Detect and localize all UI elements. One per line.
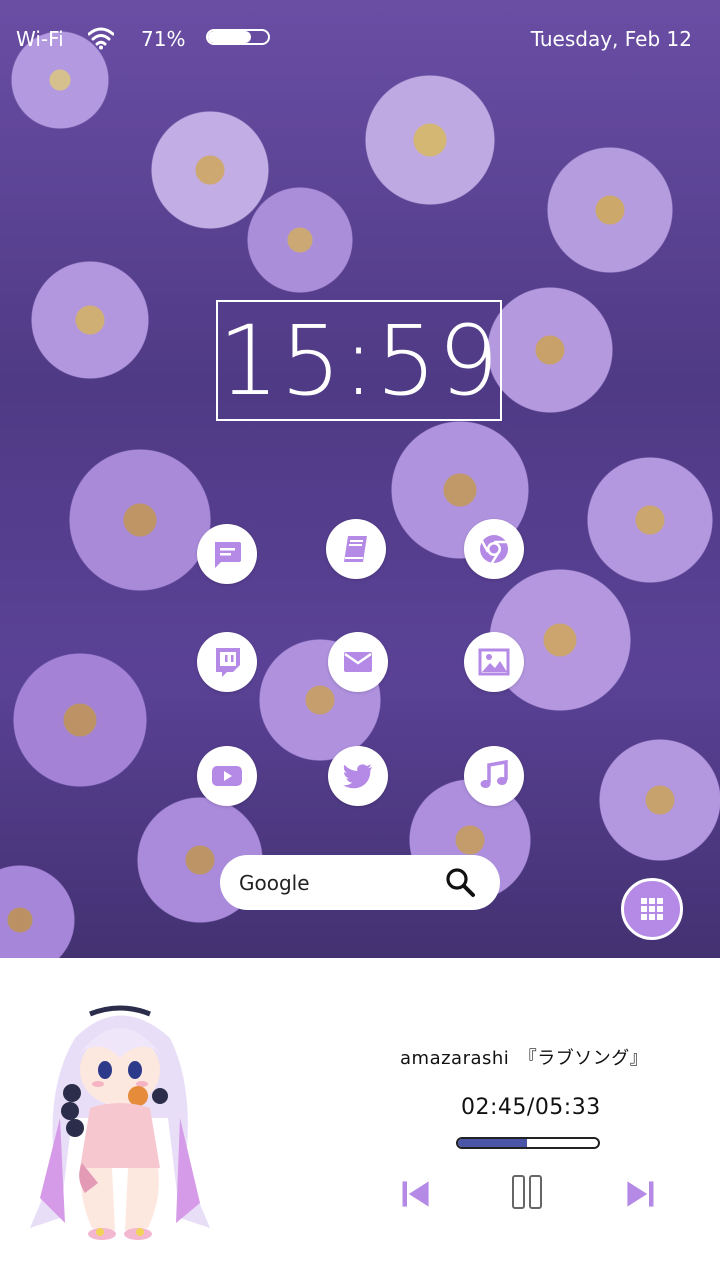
battery-level (208, 31, 251, 43)
music-icon (480, 759, 508, 788)
gallery-icon (478, 648, 510, 676)
messages-app-icon[interactable] (197, 524, 257, 584)
music-player-widget: amazarashi 『ラブソング』 02:45/05:33 (0, 958, 720, 1280)
book-app-icon[interactable] (326, 519, 386, 579)
app-grid-icon (641, 898, 663, 920)
wifi-icon (87, 26, 115, 50)
previous-icon (402, 1181, 429, 1207)
twitch-app-icon[interactable] (197, 632, 257, 692)
status-bar: Wi-Fi 71% Tuesday, Feb 12 (0, 0, 720, 78)
mail-icon (344, 652, 372, 672)
gallery-app-icon[interactable] (464, 632, 524, 692)
previous-button[interactable] (396, 1174, 436, 1214)
track-title: amazarashi 『ラブソング』 (400, 1048, 649, 1069)
messages-icon (215, 542, 241, 568)
wifi-label: Wi-Fi (16, 27, 64, 51)
track-progress-bar[interactable] (456, 1137, 600, 1149)
google-search-bar[interactable]: Google (220, 855, 500, 910)
youtube-icon (212, 766, 242, 786)
next-button[interactable] (620, 1174, 660, 1214)
battery-icon (206, 29, 270, 45)
twitter-app-icon[interactable] (328, 746, 388, 806)
youtube-app-icon[interactable] (197, 746, 257, 806)
twitter-icon (343, 764, 372, 789)
clock-widget[interactable]: 15:59 (216, 300, 502, 421)
status-date: Tuesday, Feb 12 (530, 27, 692, 51)
search-icon[interactable] (444, 866, 476, 898)
wallpaper (0, 0, 720, 958)
search-label: Google (239, 871, 310, 895)
battery-percent: 71% (141, 27, 186, 51)
pause-icon (512, 1175, 542, 1209)
mail-app-icon[interactable] (328, 632, 388, 692)
chrome-app-icon[interactable] (464, 519, 524, 579)
next-icon (627, 1181, 654, 1207)
twitch-icon (216, 648, 240, 677)
app-drawer-button[interactable] (621, 878, 683, 940)
anime-character-image (20, 998, 220, 1248)
track-time: 02:45/05:33 (461, 1095, 601, 1120)
book-icon (344, 536, 367, 562)
chrome-icon (480, 535, 508, 564)
music-app-icon[interactable] (464, 746, 524, 806)
pause-button[interactable] (507, 1172, 547, 1212)
track-progress-fill (458, 1139, 528, 1147)
